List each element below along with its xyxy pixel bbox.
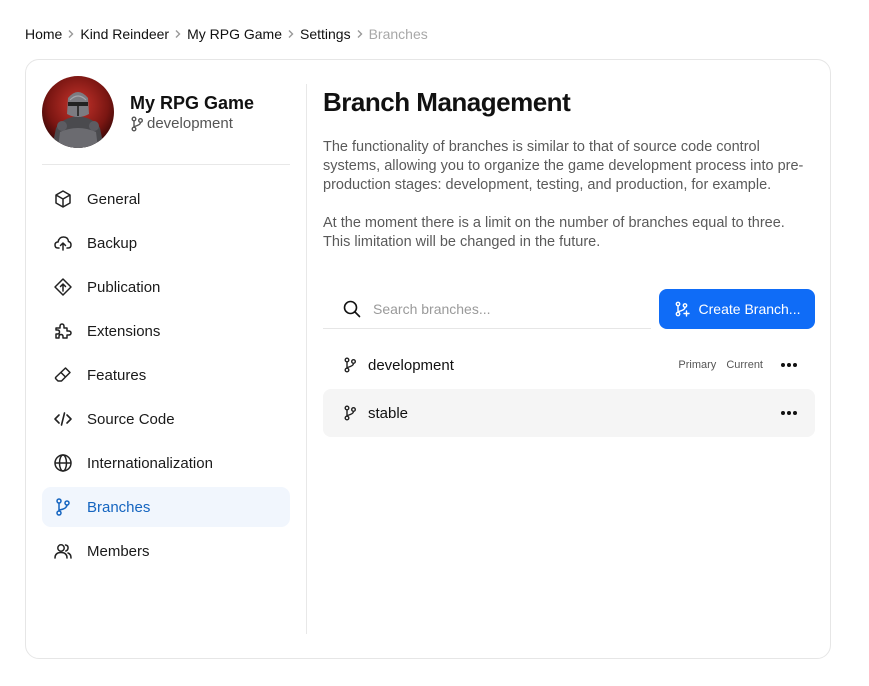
nav-item-backup[interactable]: Backup — [42, 223, 290, 263]
chevron-right-icon — [351, 29, 369, 39]
nav-item-label: Branches — [87, 498, 151, 516]
description-paragraph: The functionality of branches is similar… — [323, 139, 804, 193]
eraser-icon — [53, 365, 73, 385]
branch-tag-current: Current — [726, 359, 763, 371]
create-branch-label: Create Branch... — [698, 301, 801, 317]
search-icon — [343, 300, 361, 317]
breadcrumb: Home Kind Reindeer My RPG Game Settings … — [25, 24, 428, 44]
project-name: My RPG Game — [130, 93, 255, 113]
breadcrumb-settings[interactable]: Settings — [300, 26, 351, 42]
branch-icon — [344, 357, 356, 373]
nav-item-label: Publication — [87, 278, 161, 296]
page-title: Branch Management — [323, 87, 571, 117]
nav-item-label: Features — [87, 366, 147, 384]
branch-icon — [53, 497, 73, 517]
nav-item-publication[interactable]: Publication — [42, 267, 290, 307]
branch-management-panel: Branch Management The functionality of b… — [323, 86, 815, 437]
cloud-upload-icon — [53, 233, 73, 253]
members-icon — [53, 541, 73, 561]
nav-item-label: General — [87, 190, 141, 208]
project-info: My RPG Game development — [130, 92, 254, 132]
cube-icon — [53, 189, 73, 209]
publish-icon — [53, 277, 73, 297]
page-description: The functionality of branches is similar… — [323, 138, 815, 252]
nav-item-label: Backup — [87, 234, 138, 252]
chevron-right-icon — [169, 29, 187, 39]
search-input[interactable] — [373, 300, 633, 317]
project-avatar — [42, 76, 114, 148]
nav-item-branches[interactable]: Branches — [42, 487, 290, 527]
branch-toolbar: Create Branch... — [323, 289, 815, 329]
project-branch-label: development — [147, 115, 233, 132]
code-icon — [53, 409, 73, 429]
branch-list: development Primary Current stable — [323, 341, 815, 437]
nav-item-label: Source Code — [87, 410, 175, 428]
nav-item-extensions[interactable]: Extensions — [42, 311, 290, 351]
breadcrumb-current: Branches — [368, 26, 428, 42]
description-paragraph: At the moment there is a limit on the nu… — [323, 215, 785, 250]
breadcrumb-home[interactable]: Home — [25, 26, 62, 42]
search-box — [323, 289, 651, 329]
branch-name: development — [368, 356, 454, 374]
puzzle-icon — [53, 321, 73, 341]
nav-item-general[interactable]: General — [42, 179, 290, 219]
settings-card: My RPG Game development General Backup P… — [25, 59, 831, 659]
nav-item-source-code[interactable]: Source Code — [42, 399, 290, 439]
more-options-icon[interactable] — [777, 353, 801, 377]
sidebar-divider — [306, 84, 307, 634]
breadcrumb-project[interactable]: My RPG Game — [187, 26, 282, 42]
branch-name: stable — [368, 404, 409, 422]
branch-row[interactable]: development Primary Current — [323, 341, 815, 389]
branch-icon — [344, 405, 356, 421]
nav-item-internationalization[interactable]: Internationalization — [42, 443, 290, 483]
globe-icon — [53, 453, 73, 473]
nav-item-label: Internationalization — [87, 454, 213, 472]
branch-tag-primary: Primary — [678, 359, 717, 371]
breadcrumb-workspace[interactable]: Kind Reindeer — [80, 26, 169, 42]
nav-item-label: Extensions — [87, 322, 161, 340]
branch-icon — [131, 116, 143, 131]
nav-item-features[interactable]: Features — [42, 355, 290, 395]
create-branch-button[interactable]: Create Branch... — [659, 289, 815, 329]
chevron-right-icon — [282, 29, 300, 39]
project-header: My RPG Game development — [42, 76, 290, 165]
nav-item-members[interactable]: Members — [42, 531, 290, 571]
more-options-icon[interactable] — [777, 401, 801, 425]
branch-row[interactable]: stable — [323, 389, 815, 437]
chevron-right-icon — [62, 29, 80, 39]
nav-item-label: Members — [87, 542, 150, 560]
project-branch: development — [130, 115, 254, 132]
sidebar: My RPG Game development General Backup P… — [42, 76, 290, 575]
branch-plus-icon — [675, 301, 690, 317]
settings-nav: General Backup Publication Extensions Fe… — [42, 179, 290, 571]
